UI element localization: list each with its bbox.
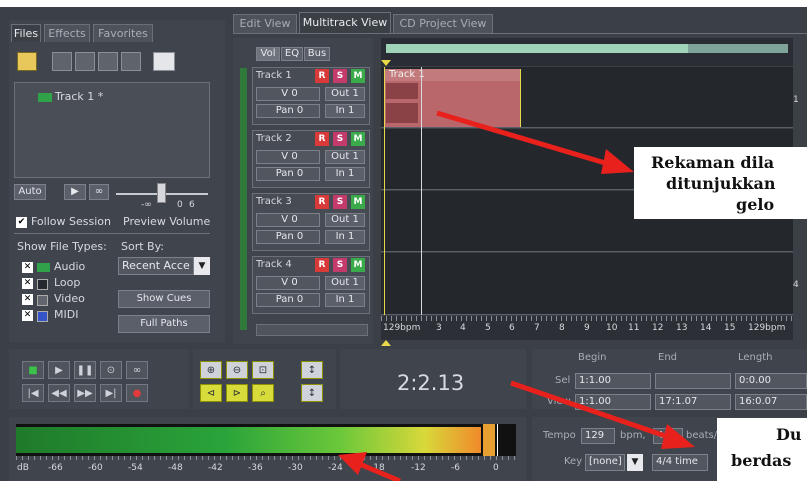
arrow-line [510, 380, 681, 444]
arrowhead-icon [661, 424, 695, 449]
arrowhead-icon [601, 149, 634, 174]
annotation-arrows [338, 110, 695, 481]
arrow-line [436, 110, 623, 171]
